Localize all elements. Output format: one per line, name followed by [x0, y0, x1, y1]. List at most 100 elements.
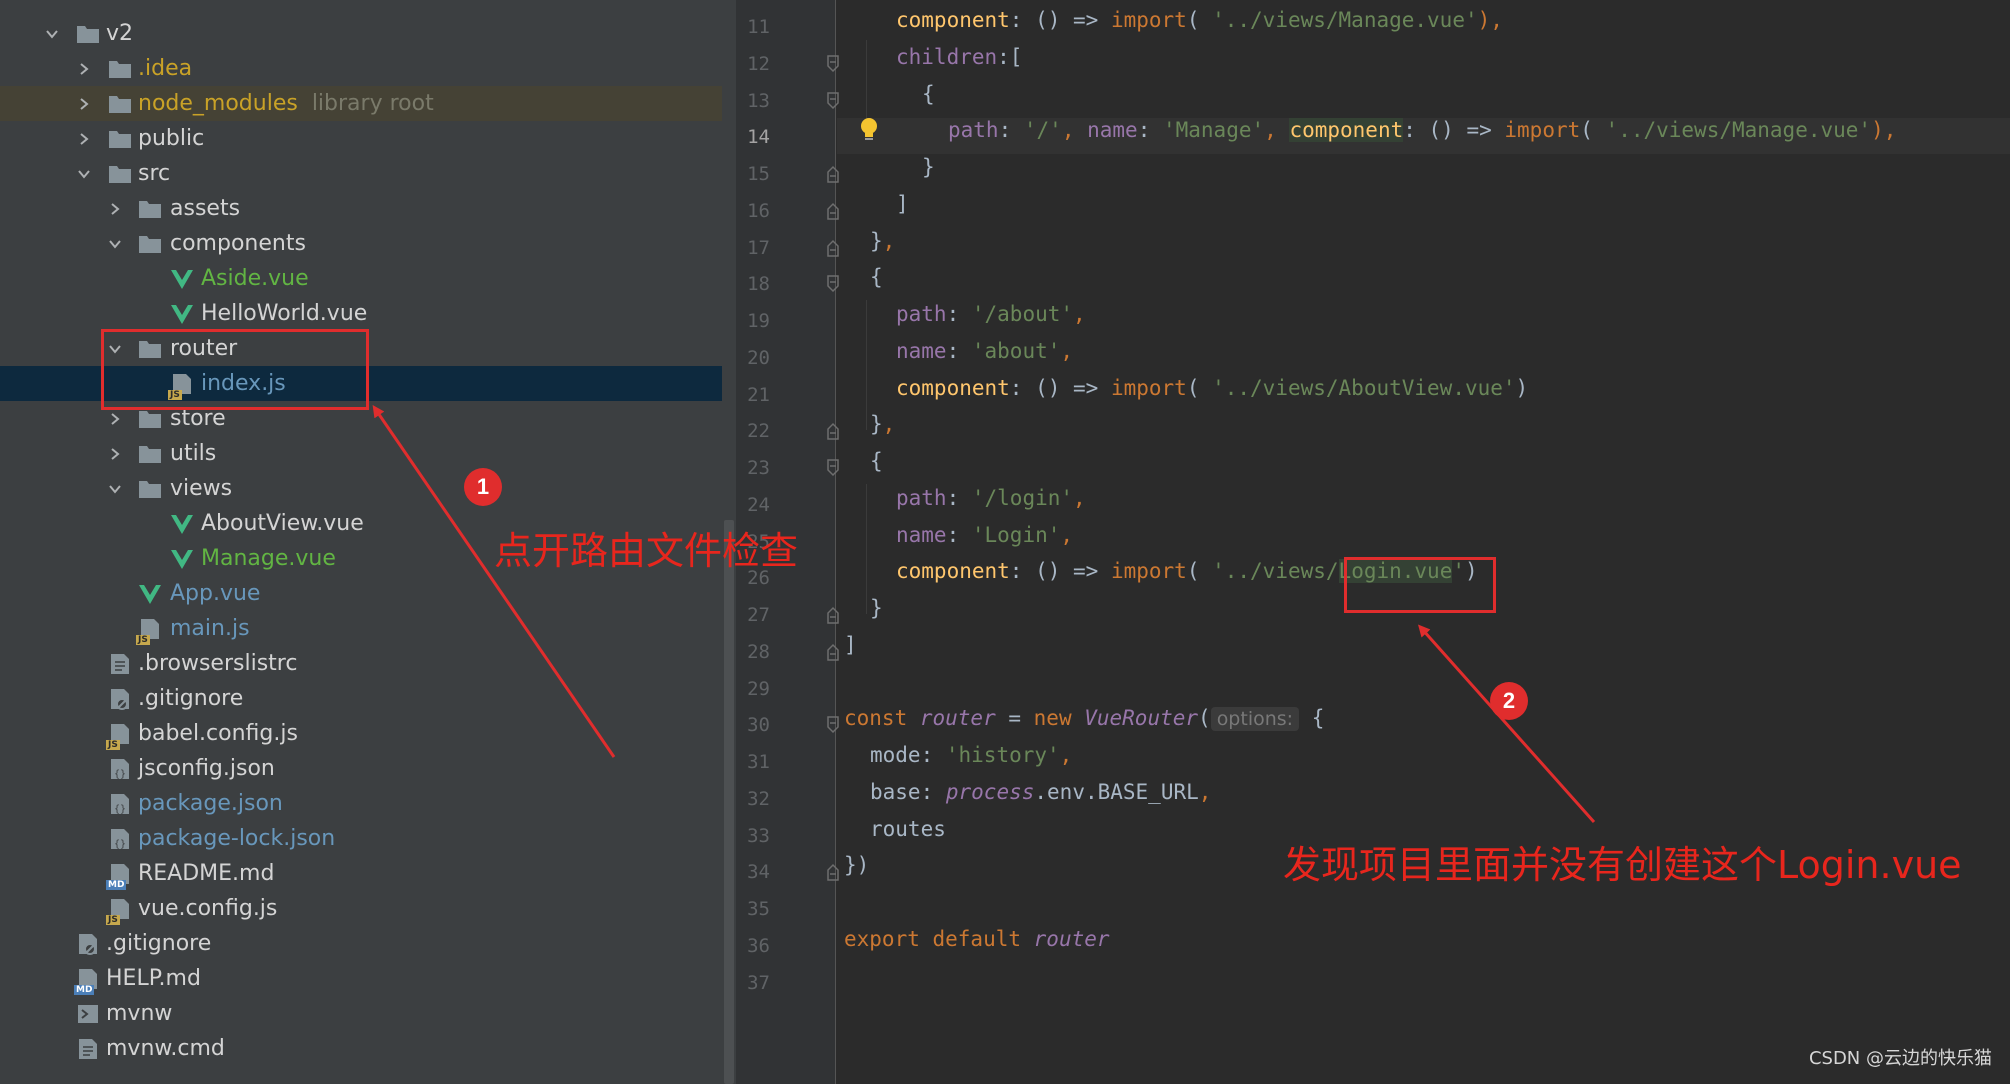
chevron-down-icon[interactable] — [108, 482, 122, 496]
annotation-step-2-badge: 2 — [1490, 682, 1528, 720]
tree-item-browserslistrc[interactable]: .browserslistrc — [0, 646, 736, 681]
line-number: 37 — [747, 972, 770, 994]
tree-item-v2[interactable]: v2 — [0, 16, 736, 51]
tree-item-help-md[interactable]: MD HELP.md — [0, 961, 736, 996]
chevron-down-icon[interactable] — [108, 237, 122, 251]
json-file-icon: {} — [108, 827, 132, 851]
tree-item-vue-config-js[interactable]: JS vue.config.js — [0, 891, 736, 926]
json-file-icon: {} — [108, 792, 132, 816]
line-number: 22 — [747, 420, 770, 442]
folder-icon — [76, 22, 100, 46]
tree-item-label: package.json — [138, 791, 283, 816]
tree-item-label: v2 — [106, 21, 134, 46]
tree-item-mvnw-cmd[interactable]: mvnw.cmd — [0, 1031, 736, 1066]
annotation-box-router — [101, 329, 369, 410]
tree-item-node-modules[interactable]: node_modules library root — [0, 86, 736, 121]
tree-item-label: views — [170, 476, 233, 501]
parameter-hint: options: — [1210, 707, 1300, 731]
line-number: 24 — [747, 494, 770, 516]
indent-guide — [866, 300, 867, 430]
fold-marker-icon[interactable] — [826, 422, 840, 440]
line-number: 30 — [747, 714, 770, 736]
fold-marker-icon[interactable] — [826, 55, 840, 73]
fold-marker-icon[interactable] — [826, 92, 840, 110]
fold-marker-icon[interactable] — [826, 716, 840, 734]
chevron-right-icon[interactable] — [77, 97, 91, 111]
tree-scrollbar-thumb[interactable] — [724, 520, 734, 1084]
chevron-down-icon[interactable] — [45, 27, 59, 41]
tree-item-babel-config-js[interactable]: JS babel.config.js — [0, 716, 736, 751]
tree-item-label: mvnw.cmd — [106, 1036, 225, 1061]
tree-item-aside-vue[interactable]: Aside.vue — [0, 261, 736, 296]
tree-item-label: babel.config.js — [138, 721, 298, 746]
code-line-21: component: () => import( '../views/About… — [896, 376, 1529, 400]
tree-item-helloworld-vue[interactable]: HelloWorld.vue — [0, 296, 736, 331]
fold-marker-icon[interactable] — [826, 643, 840, 661]
tree-item-mvnw[interactable]: mvnw — [0, 996, 736, 1031]
folder-icon — [138, 232, 162, 256]
lightbulb-icon[interactable] — [858, 116, 880, 144]
tree-item-label: HELP.md — [106, 966, 201, 991]
fold-marker-icon[interactable] — [826, 165, 840, 183]
tree-item-label: public — [138, 126, 205, 151]
chevron-right-icon[interactable] — [108, 412, 122, 426]
tree-item-label: .gitignore — [138, 686, 244, 711]
tree-item-utils[interactable]: utils — [0, 436, 736, 471]
json-file-icon: {} — [108, 757, 132, 781]
fold-marker-icon[interactable] — [826, 202, 840, 220]
tree-item-label: Manage.vue — [201, 546, 336, 571]
tree-item-idea[interactable]: .idea — [0, 51, 736, 86]
line-number: 29 — [747, 678, 770, 700]
tree-item-views[interactable]: views — [0, 471, 736, 506]
code-line-36: export default router — [844, 927, 1110, 951]
code-editor[interactable]: 11 12 13 14 15 16 17 18 19 20 21 22 23 2… — [736, 0, 2010, 1084]
fold-marker-icon[interactable] — [826, 459, 840, 477]
fold-marker-icon[interactable] — [826, 239, 840, 257]
svg-text:{}: {} — [114, 839, 126, 850]
tree-item-assets[interactable]: assets — [0, 191, 736, 226]
tree-item-src[interactable]: src — [0, 156, 736, 191]
line-number: 18 — [747, 273, 770, 295]
chevron-right-icon[interactable] — [77, 132, 91, 146]
tree-item-label: .gitignore — [106, 931, 212, 956]
fold-marker-icon[interactable] — [826, 606, 840, 624]
line-number: 20 — [747, 347, 770, 369]
chevron-right-icon[interactable] — [108, 447, 122, 461]
line-number: 14 — [747, 126, 770, 148]
tree-item-public[interactable]: public — [0, 121, 736, 156]
folder-icon — [138, 442, 162, 466]
line-number: 19 — [747, 310, 770, 332]
watermark: CSDN @云边的快乐猫 — [1808, 1048, 1992, 1069]
code-line-17: }, — [870, 229, 896, 253]
tree-item-gitignore[interactable]: .gitignore — [0, 681, 736, 716]
line-number: 15 — [747, 163, 770, 185]
markdown-file-icon: MD — [106, 862, 132, 890]
tree-item-jsconfig-json[interactable]: {} jsconfig.json — [0, 751, 736, 786]
tree-item-main-js[interactable]: JS main.js — [0, 611, 736, 646]
tree-item-readme-md[interactable]: MD README.md — [0, 856, 736, 891]
line-number: 21 — [747, 384, 770, 406]
chevron-right-icon[interactable] — [77, 62, 91, 76]
code-line-20: name: 'about', — [896, 339, 1074, 363]
folder-icon — [138, 407, 162, 431]
svg-text:{}: {} — [114, 769, 126, 780]
chevron-down-icon[interactable] — [77, 167, 91, 181]
folder-icon — [108, 57, 132, 81]
tree-item-gitignore-root[interactable]: .gitignore — [0, 926, 736, 961]
tree-item-app-vue[interactable]: App.vue — [0, 576, 736, 611]
tree-item-label: components — [170, 231, 306, 256]
tree-item-label: assets — [170, 196, 241, 221]
line-number: 12 — [747, 53, 770, 75]
vue-file-icon — [170, 547, 194, 571]
tree-item-package-lock-json[interactable]: {} package-lock.json — [0, 821, 736, 856]
chevron-right-icon[interactable] — [108, 202, 122, 216]
fold-marker-icon[interactable] — [826, 275, 840, 293]
tree-item-components[interactable]: components — [0, 226, 736, 261]
code-line-22: }, — [870, 412, 896, 436]
gitignore-file-icon — [76, 932, 100, 956]
line-number: 28 — [747, 641, 770, 663]
fold-marker-icon[interactable] — [826, 863, 840, 881]
line-number: 31 — [747, 751, 770, 773]
tree-item-package-json[interactable]: {} package.json — [0, 786, 736, 821]
line-number: 17 — [747, 237, 770, 259]
